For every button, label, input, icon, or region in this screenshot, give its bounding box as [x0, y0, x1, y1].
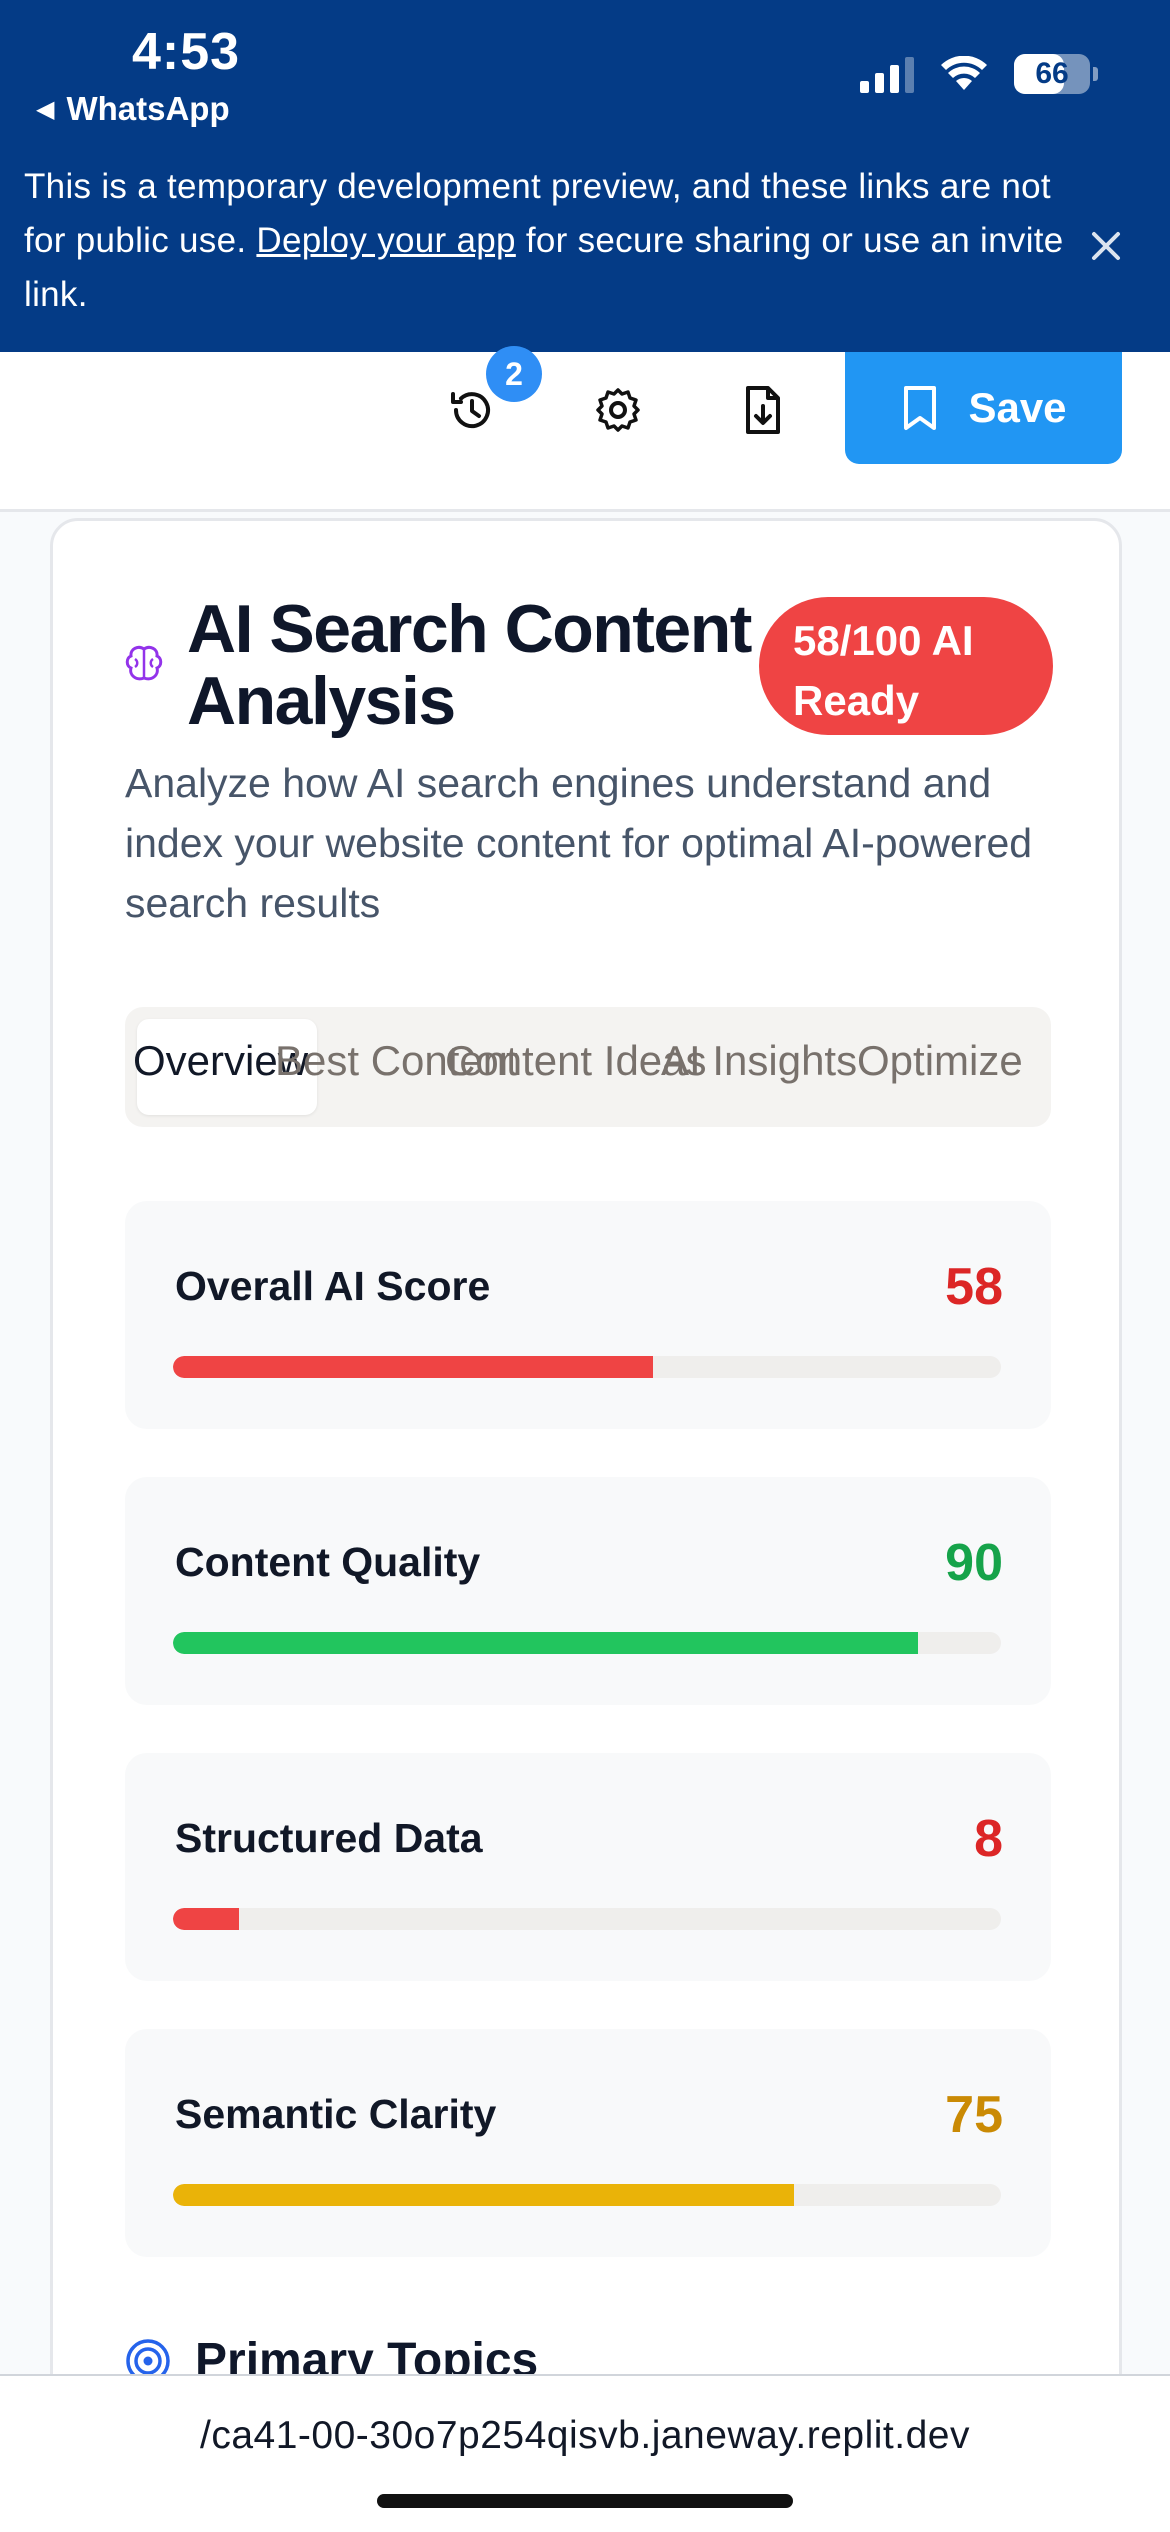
- home-indicator[interactable]: [377, 2494, 793, 2508]
- progress-fill: [173, 1632, 919, 1654]
- tab-ai-insights[interactable]: AI Insights: [661, 1037, 857, 1085]
- battery-level: 66: [1035, 57, 1069, 90]
- app-screen: 4:53 ◀ WhatsApp 66 This is a temporary d…: [0, 0, 1170, 2532]
- cellular-signal-icon: [860, 55, 914, 93]
- analysis-card: AI Search Content Analysis 58/100 AI Rea…: [50, 518, 1122, 2532]
- progress-track: [173, 1356, 1001, 1378]
- metric-card-overall-ai-score: Overall AI Score 58: [125, 1201, 1051, 1429]
- close-icon[interactable]: [1086, 226, 1126, 266]
- tab-optimize[interactable]: Optimize: [857, 1037, 1023, 1085]
- back-arrow-icon: ◀: [36, 95, 55, 123]
- metric-value: 58: [945, 1258, 1003, 1316]
- ai-ready-badge: 58/100 AI Ready: [759, 597, 1053, 735]
- brain-icon: [125, 645, 163, 681]
- tab-bar: Overview Best Content Content Ideas AI I…: [125, 1007, 1051, 1127]
- progress-fill: [173, 2184, 794, 2206]
- back-to-app-link[interactable]: ◀ WhatsApp: [36, 90, 230, 128]
- metric-value: 75: [945, 2086, 1003, 2144]
- progress-track: [173, 2184, 1001, 2206]
- wifi-icon: [941, 56, 987, 90]
- download-file-icon[interactable]: [734, 382, 790, 438]
- save-button-label: Save: [968, 384, 1067, 431]
- metric-label: Content Quality: [175, 1539, 481, 1585]
- metric-value: 90: [945, 1534, 1003, 1592]
- page-description: Analyze how AI search engines understand…: [125, 760, 1033, 926]
- metric-label: Overall AI Score: [175, 1263, 491, 1309]
- progress-track: [173, 1908, 1001, 1930]
- metric-label: Structured Data: [175, 1815, 483, 1861]
- toolbar: 2 Save: [0, 346, 1170, 512]
- battery-icon: 66: [1014, 54, 1090, 94]
- dev-preview-banner: 4:53 ◀ WhatsApp 66 This is a temporary d…: [0, 0, 1170, 352]
- deploy-app-link[interactable]: Deploy your app: [256, 221, 515, 260]
- status-time: 4:53: [132, 23, 241, 81]
- metric-card-semantic-clarity: Semantic Clarity 75: [125, 2029, 1051, 2257]
- metric-card-structured-data: Structured Data 8: [125, 1753, 1051, 1981]
- progress-fill: [173, 1356, 654, 1378]
- metric-card-content-quality: Content Quality 90: [125, 1477, 1051, 1705]
- banner-message: This is a temporary development preview,…: [24, 167, 1064, 314]
- history-count-badge: 2: [486, 346, 542, 402]
- metric-label: Semantic Clarity: [175, 2091, 497, 2137]
- metric-value: 8: [974, 1810, 1003, 1868]
- progress-fill: [173, 1908, 240, 1930]
- bookmark-icon: [904, 386, 937, 430]
- browser-address-bar: /ca41-00-30o7p254qisvb.janeway.replit.de…: [0, 2374, 1170, 2532]
- status-indicators: 66: [860, 54, 1098, 94]
- url-field[interactable]: /ca41-00-30o7p254qisvb.janeway.replit.de…: [0, 2414, 1170, 2458]
- save-button[interactable]: Save: [845, 352, 1122, 464]
- progress-track: [173, 1632, 1001, 1654]
- back-app-label: WhatsApp: [66, 90, 230, 127]
- gear-icon[interactable]: [590, 382, 646, 438]
- page-title: AI Search Content Analysis: [187, 591, 752, 739]
